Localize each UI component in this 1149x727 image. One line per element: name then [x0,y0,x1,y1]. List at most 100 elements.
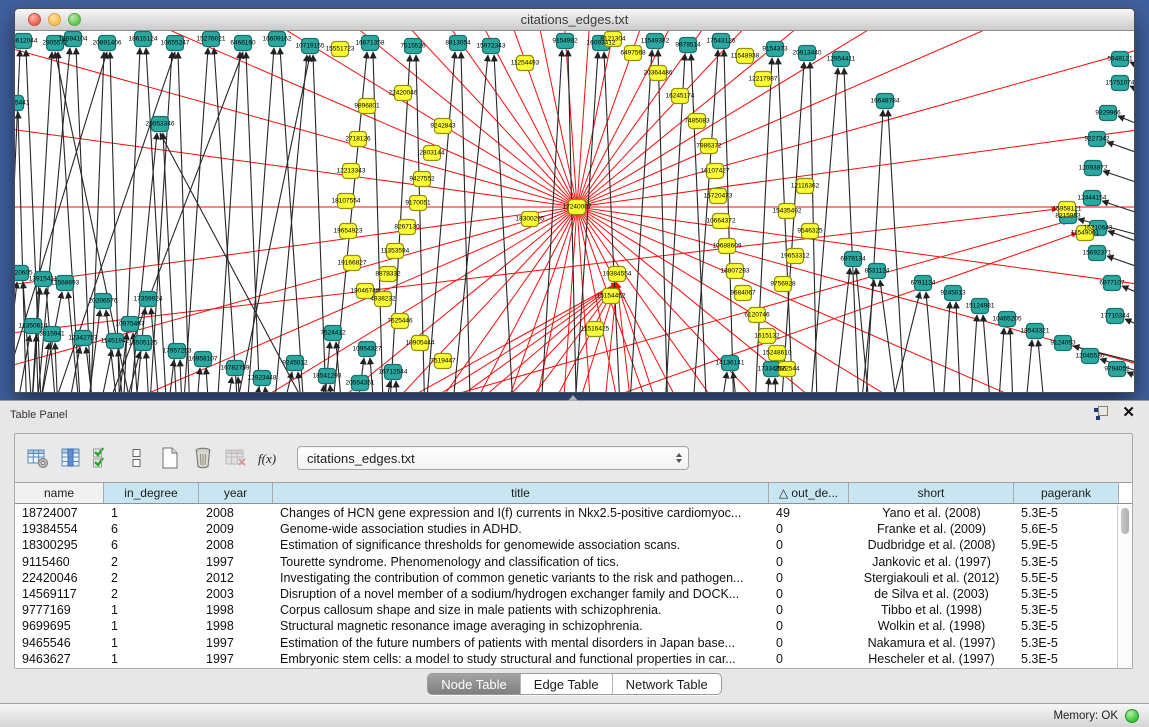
graph-edge[interactable] [330,385,343,392]
graph-edge[interactable] [577,207,1134,392]
graph-edge[interactable] [577,31,1134,207]
tab-network-table[interactable]: Network Table [613,674,721,694]
graph-edge[interactable] [15,209,1057,336]
tab-edge-table[interactable]: Edge Table [521,674,613,694]
table-row[interactable]: 977716911998Corpus callosum shape and si… [15,602,1117,618]
deselect-all-icon[interactable] [124,445,150,471]
graph-edge[interactable] [733,372,753,392]
column-header-pagerank[interactable]: pagerank [1014,483,1119,503]
float-panel-button[interactable] [1094,406,1108,420]
graph-edge[interactable] [267,55,307,392]
close-window-button[interactable] [28,13,41,26]
table-vertical-scrollbar[interactable] [1117,505,1132,668]
graph-edge[interactable] [577,207,1134,392]
graph-edge[interactable] [577,207,1134,392]
column-header-short[interactable]: short [849,483,1014,503]
graph-edge[interactable] [577,207,1134,392]
window-titlebar[interactable]: citations_edges.txt [15,9,1134,31]
create-column-icon[interactable] [157,445,183,471]
graph-edge[interactable] [1010,328,1019,392]
graph-edge[interactable] [627,50,652,392]
graph-edge[interactable] [81,350,112,392]
graph-edge[interactable] [604,52,629,392]
graph-node-label: 9245013 [940,290,966,297]
table-row[interactable]: 1830029562008Estimation of significance … [15,537,1117,553]
graph-edge[interactable] [1127,372,1134,392]
tab-node-table[interactable]: Node Table [428,674,521,694]
column-header-out_degree[interactable]: △ out_de... [769,483,849,503]
graph-node-label: 8215953 [1055,213,1081,220]
graph-edge[interactable] [577,31,1134,207]
graph-edge[interactable] [313,55,333,392]
table-row[interactable]: 946362711997Embryonic stem cells: a mode… [15,651,1117,667]
graph-edge[interactable] [1125,319,1134,350]
minimize-window-button[interactable] [48,13,61,26]
graph-edge[interactable] [315,385,324,392]
scrollbar-thumb[interactable] [1121,508,1129,534]
graph-edge[interactable] [1107,142,1134,173]
graph-edge[interactable] [991,328,1004,392]
graph-edge[interactable] [488,207,577,392]
table-container: f(x) citations_edges.txt namein_degreeye… [14,433,1133,669]
graph-edge[interactable] [577,31,1134,207]
delete-table-icon[interactable] [223,445,249,471]
graph-edge[interactable] [55,343,63,392]
table-row[interactable]: 2242004622012Investigating the contribut… [15,570,1117,586]
graph-edge[interactable] [280,48,311,392]
table-mode-icon[interactable] [25,445,51,471]
table-selector-dropdown[interactable]: citations_edges.txt [297,446,689,470]
graph-edge[interactable] [577,31,1134,207]
graph-edge[interactable] [577,207,1134,392]
close-panel-button[interactable]: ✕ [1122,406,1135,420]
column-header-name[interactable]: name [15,483,104,503]
graph-edge[interactable] [246,52,265,392]
network-canvas[interactable]: 1861204429055721869410420891406186151241… [15,31,1134,392]
graph-edge[interactable] [237,48,274,392]
graph-edge[interactable] [1130,62,1134,93]
graph-edge[interactable] [15,282,17,392]
graph-node-label: 12350614 [19,323,48,330]
table-row[interactable]: 1872400712008Changes of HCN gene express… [15,505,1117,521]
column-header-year[interactable]: year [199,483,273,503]
graph-edge[interactable] [1017,340,1032,392]
column-header-in_degree[interactable]: in_degree [104,483,199,503]
function-builder-icon[interactable]: f(x) [256,445,282,471]
graph-edge[interactable] [577,31,1134,207]
graph-edge[interactable] [494,55,519,392]
graph-edge[interactable] [775,378,783,392]
table-row[interactable]: 946554611997Estimation of the future num… [15,635,1117,651]
graph-edge[interactable] [577,31,1134,207]
cell-pagerank: 5.9E-5 [1014,538,1117,552]
graph-edge[interactable] [577,207,1134,392]
graph-edge[interactable] [55,347,80,392]
delete-column-icon[interactable] [190,445,216,471]
graph-edge[interactable] [396,381,403,392]
graph-edge[interactable] [117,133,157,392]
graph-edge[interactable] [1130,86,1134,117]
graph-edge[interactable] [577,207,1134,392]
graph-edge[interactable] [577,31,1134,207]
select-all-icon[interactable] [91,445,117,471]
graph-edge[interactable] [705,372,727,392]
graph-edge[interactable] [315,342,330,392]
table-row[interactable]: 969969511998Structural magnetic resonanc… [15,618,1117,634]
table-row[interactable]: 1456911722003Disruption of a novel membe… [15,586,1117,602]
graph-edge[interactable] [757,378,769,392]
graph-edge[interactable] [939,302,950,392]
graph-edge[interactable] [265,387,285,392]
column-header-title[interactable]: title [273,483,769,503]
graph-edge[interactable] [577,207,1134,384]
graph-edge[interactable] [1103,171,1134,202]
graph-edge[interactable] [577,31,1012,207]
graph-edge[interactable] [211,377,232,392]
graph-edge[interactable] [983,315,1001,392]
table-row[interactable]: 911546021997Tourette syndrome. Phenomeno… [15,554,1117,570]
graph-edge[interactable] [577,31,1134,207]
graph-edge[interactable] [146,352,155,392]
graph-edge[interactable] [178,52,195,392]
graph-edge[interactable] [778,58,801,392]
table-row[interactable]: 1938455462009Genome-wide association stu… [15,521,1117,537]
zoom-window-button[interactable] [68,13,81,26]
show-columns-icon[interactable] [58,445,84,471]
graph-edge[interactable] [657,54,685,392]
